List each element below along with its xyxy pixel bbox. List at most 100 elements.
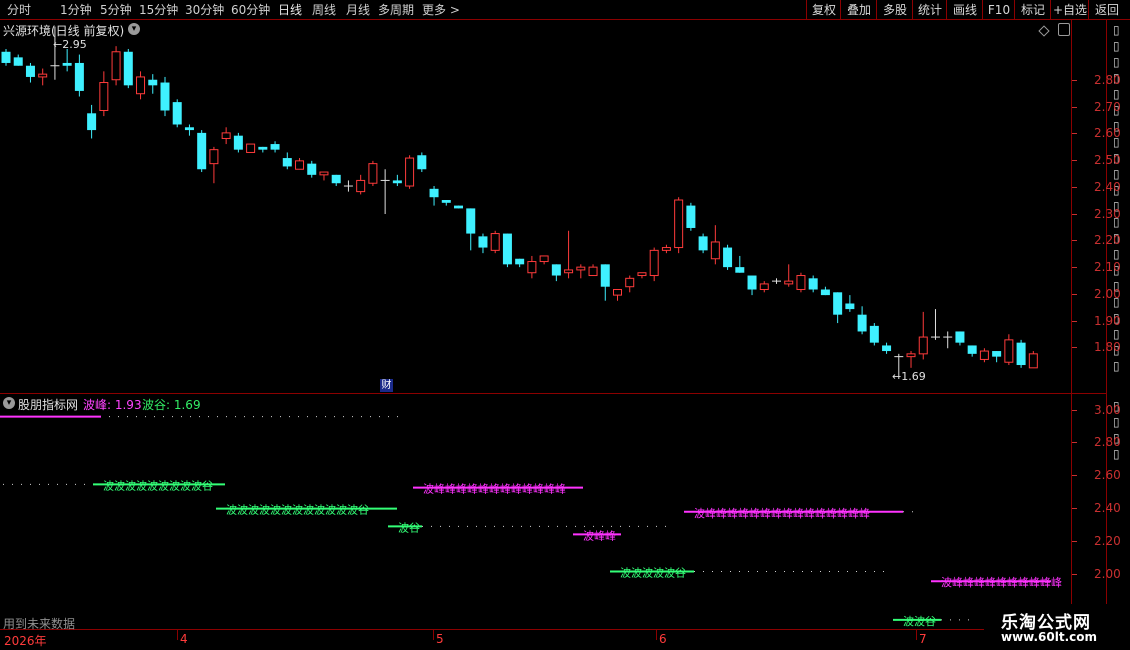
candle[interactable]	[992, 351, 1002, 363]
candle[interactable]	[637, 272, 647, 279]
period-tab-30min[interactable]: 30分钟	[185, 1, 224, 19]
finance-event-marker[interactable]: 财	[380, 379, 393, 392]
candle[interactable]	[295, 158, 305, 170]
candle[interactable]	[747, 275, 757, 296]
candle[interactable]	[99, 71, 109, 117]
candle[interactable]	[490, 230, 500, 254]
candle[interactable]	[233, 132, 243, 153]
candle[interactable]	[172, 99, 182, 128]
candle[interactable]	[62, 48, 72, 72]
candle[interactable]	[392, 174, 402, 187]
candle[interactable]	[808, 275, 818, 293]
period-tab-1min[interactable]: 1分钟	[60, 1, 92, 19]
mark-button[interactable]: 标记	[1014, 0, 1051, 20]
candle[interactable]	[1016, 339, 1026, 368]
candle[interactable]	[710, 225, 720, 265]
candle[interactable]	[735, 255, 745, 273]
candle[interactable]	[209, 146, 219, 184]
draw-line-button[interactable]: 画线	[946, 0, 983, 20]
candle[interactable]	[857, 306, 867, 335]
candle[interactable]	[539, 255, 549, 265]
candle[interactable]	[674, 197, 684, 254]
candle[interactable]	[368, 160, 378, 187]
candle[interactable]	[564, 230, 574, 279]
candle[interactable]	[551, 264, 561, 282]
candle[interactable]	[613, 289, 622, 301]
candle[interactable]	[527, 255, 537, 279]
candle[interactable]	[123, 48, 133, 89]
candle[interactable]	[50, 26, 60, 80]
candle[interactable]	[13, 54, 23, 66]
candle[interactable]	[515, 258, 525, 268]
candle[interactable]	[136, 71, 146, 100]
candle[interactable]	[380, 169, 390, 214]
candle[interactable]	[967, 345, 977, 357]
candle[interactable]	[820, 286, 830, 296]
adjust-button[interactable]: 复权	[806, 0, 841, 20]
candle[interactable]	[784, 264, 794, 287]
period-tab-15min[interactable]: 15分钟	[139, 1, 178, 19]
candle[interactable]	[74, 54, 84, 97]
candle[interactable]	[502, 233, 512, 268]
period-tab-60min[interactable]: 60分钟	[231, 1, 270, 19]
candle[interactable]	[918, 311, 928, 360]
candle[interactable]	[845, 295, 855, 312]
candle[interactable]	[307, 160, 317, 178]
candle[interactable]	[1, 48, 11, 66]
candle[interactable]	[221, 127, 231, 145]
candle[interactable]	[625, 275, 635, 293]
statistics-button[interactable]: 统计	[912, 0, 947, 20]
candle[interactable]	[184, 124, 194, 136]
candle[interactable]	[87, 104, 97, 139]
candle[interactable]	[588, 264, 598, 277]
candle[interactable]	[1028, 351, 1038, 369]
candle[interactable]	[282, 152, 292, 170]
candle[interactable]	[356, 174, 366, 195]
candle[interactable]	[869, 323, 879, 346]
candle[interactable]	[943, 331, 953, 349]
candle[interactable]	[197, 130, 207, 173]
candle[interactable]	[405, 155, 415, 189]
period-tab-more[interactable]: 更多 >	[422, 1, 460, 19]
candlestick-chart[interactable]	[0, 21, 1070, 393]
candle[interactable]	[771, 278, 781, 284]
candle[interactable]	[429, 186, 439, 206]
candle[interactable]	[270, 141, 280, 153]
candle[interactable]	[882, 342, 892, 354]
candle[interactable]	[955, 331, 965, 346]
candle[interactable]	[25, 62, 35, 83]
back-button[interactable]: 返回	[1088, 0, 1125, 20]
candle[interactable]	[343, 180, 353, 192]
candle[interactable]	[478, 233, 488, 254]
candle[interactable]	[148, 74, 158, 94]
candle[interactable]	[1004, 334, 1014, 366]
candle[interactable]	[698, 233, 708, 254]
wave-indicator-chart[interactable]: 波波波波波波波波波谷波波波波波波波波波波波波谷波谷 波峰峰峰峰峰峰峰峰峰峰峰峰波峰…	[0, 394, 1070, 628]
candle[interactable]	[331, 174, 341, 187]
candle[interactable]	[723, 244, 733, 270]
multi-stock-button[interactable]: 多股	[876, 0, 913, 20]
period-tab-5min[interactable]: 5分钟	[100, 1, 132, 19]
candle[interactable]	[661, 244, 671, 254]
candle[interactable]	[686, 202, 696, 231]
candle[interactable]	[906, 351, 916, 368]
add-watchlist-button[interactable]: +自选	[1050, 0, 1089, 20]
overlay-button[interactable]: 叠加	[840, 0, 877, 20]
candle[interactable]	[796, 272, 806, 293]
period-tab-multi[interactable]: 多周期	[378, 1, 414, 19]
candle[interactable]	[979, 348, 989, 363]
f10-button[interactable]: F10	[982, 0, 1015, 20]
period-tab-monthly[interactable]: 月线	[346, 1, 370, 19]
period-tab-daily[interactable]: 日线	[278, 1, 302, 19]
candle[interactable]	[319, 171, 329, 181]
candle[interactable]	[576, 264, 586, 279]
candle[interactable]	[649, 247, 659, 282]
candle[interactable]	[833, 292, 843, 324]
period-tab-timeshare[interactable]: 分时	[7, 1, 31, 19]
candle[interactable]	[258, 146, 268, 153]
candle[interactable]	[466, 208, 476, 251]
candle[interactable]	[417, 152, 427, 173]
period-tab-weekly[interactable]: 周线	[312, 1, 336, 19]
candle[interactable]	[160, 76, 170, 117]
candle[interactable]	[930, 309, 940, 340]
